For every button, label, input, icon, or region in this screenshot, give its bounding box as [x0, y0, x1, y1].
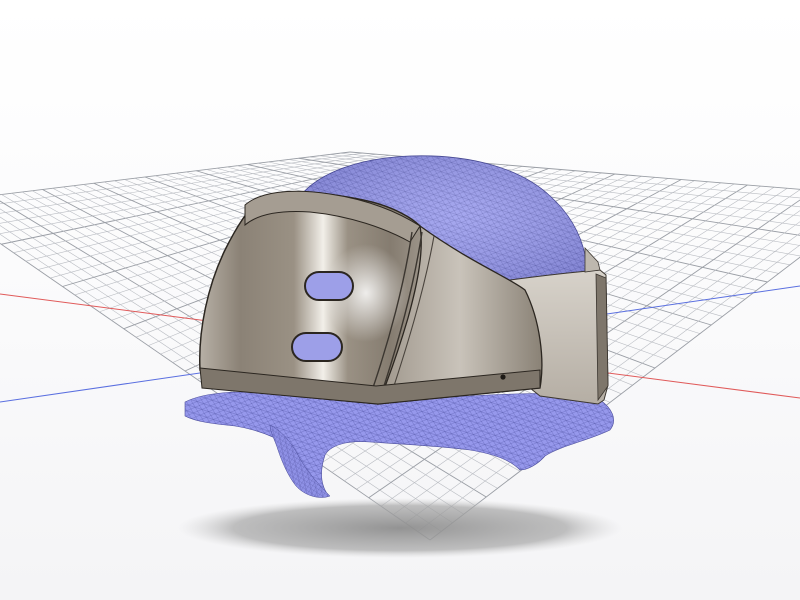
strap-back-edge — [595, 273, 609, 402]
mesh-lower-fringe — [184, 391, 614, 496]
screw-hole — [500, 374, 506, 380]
strap-edge — [584, 246, 601, 273]
scene-canvas[interactable] — [0, 0, 800, 600]
vent-lower — [291, 332, 343, 362]
model-shadow — [178, 498, 622, 558]
vent-upper — [304, 271, 354, 301]
3d-viewport[interactable] — [0, 0, 800, 600]
